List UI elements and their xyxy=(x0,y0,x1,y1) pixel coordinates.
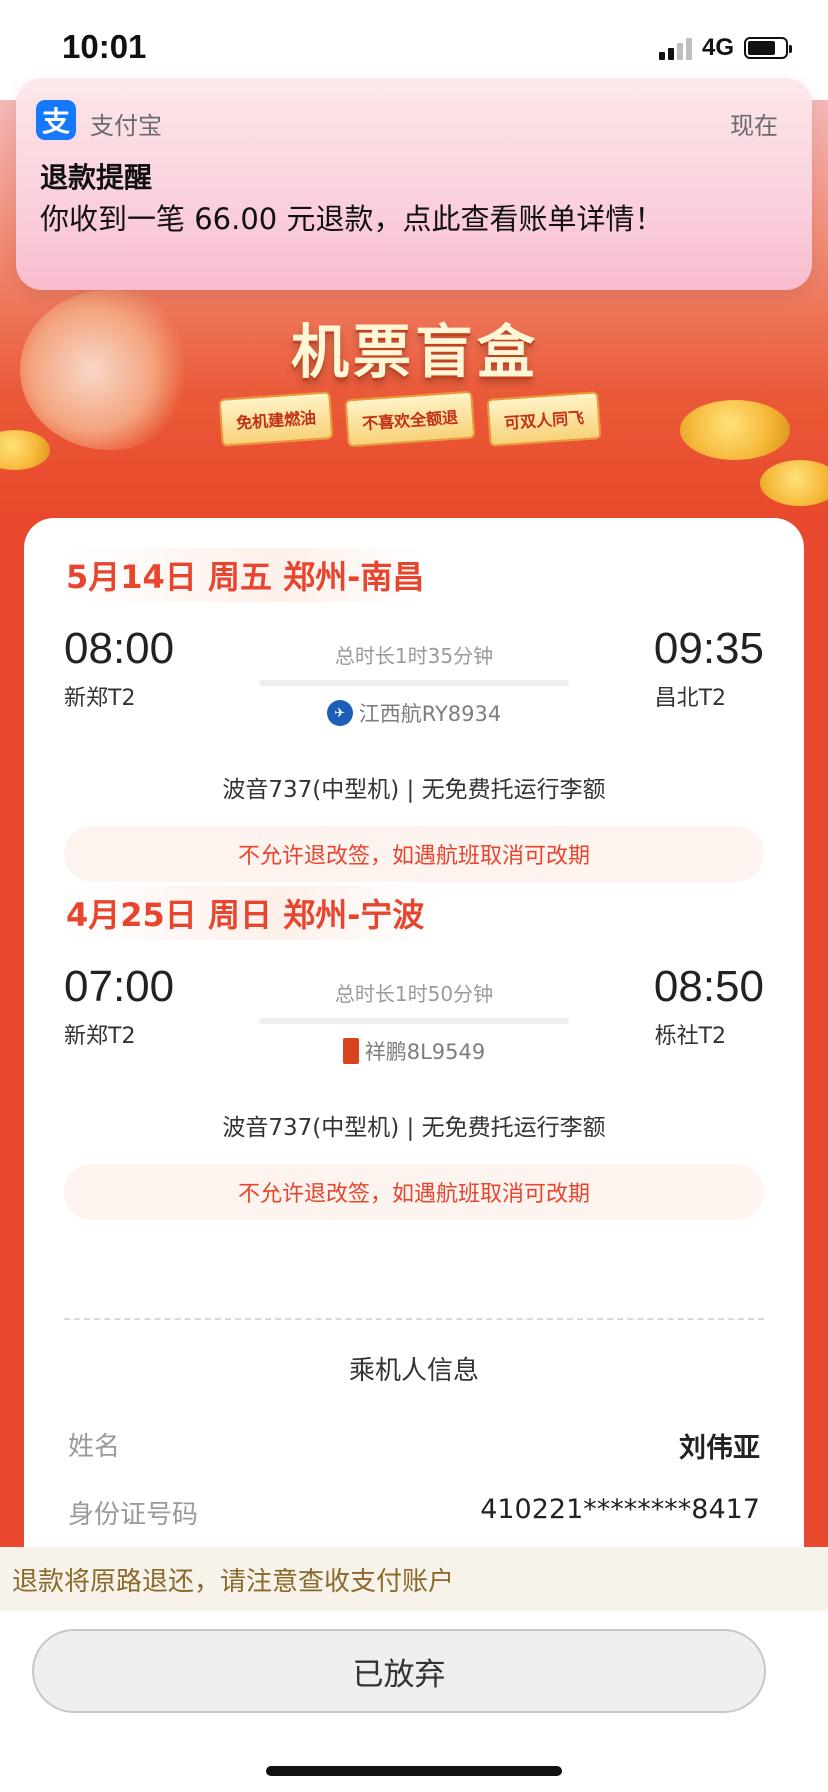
name-value: 刘伟亚 xyxy=(679,1433,760,1464)
flight-date-route: 5月14日 周五 郑州-南昌 xyxy=(64,548,427,602)
passenger-name-row: 姓名 刘伟亚 xyxy=(68,1426,760,1466)
flight-segment: 4月25日 周日 郑州-宁波 07:00 新郑T2 总时长1时50分钟 祥鹏8L… xyxy=(64,886,764,1226)
change-policy: 不允许退改签，如遇航班取消可改期 xyxy=(64,826,764,882)
refund-notification[interactable]: 支 支付宝 现在 退款提醒 你收到一笔 66.00 元退款，点此查看账单详情！ xyxy=(16,78,812,290)
banner-tag: 不喜欢全额退 xyxy=(344,390,476,448)
alipay-icon: 支 xyxy=(36,100,76,140)
airline-info: 祥鹏8L9549 xyxy=(259,1036,569,1066)
plane-illustration xyxy=(20,290,200,450)
passenger-id-row: 身份证号码 410221********8417 xyxy=(68,1494,760,1534)
flight-date-route: 4月25日 周日 郑州-宁波 xyxy=(64,886,427,940)
airline-flight-number: 祥鹏8L9549 xyxy=(364,1040,486,1064)
flight-duration: 总时长1时50分钟 xyxy=(334,982,494,1006)
id-label: 身份证号码 xyxy=(68,1500,199,1530)
status-indicators: 4G xyxy=(658,34,792,62)
notification-title: 退款提醒 xyxy=(40,161,153,194)
arrival-time: 09:35 xyxy=(653,624,764,673)
route-line xyxy=(259,1018,569,1024)
coin-decoration xyxy=(760,460,828,506)
departure-time: 07:00 xyxy=(64,962,175,1011)
change-policy: 不允许退改签，如遇航班取消可改期 xyxy=(64,1164,764,1220)
bottom-action-bar: 已放弃 xyxy=(0,1611,828,1792)
banner-title: 机票盲盒 xyxy=(290,318,539,386)
aircraft-info: 波音737(中型机) | 无免费托运行李额 xyxy=(222,777,606,803)
airline-info: ✈ 江西航RY8934 xyxy=(259,698,569,728)
arrival-airport: 栎社T2 xyxy=(654,1024,726,1049)
route-line xyxy=(259,680,569,686)
departure-time: 08:00 xyxy=(64,624,175,673)
notification-time: 现在 xyxy=(730,112,778,140)
order-card: 5月14日 周五 郑州-南昌 08:00 新郑T2 总时长1时35分钟 ✈ 江西… xyxy=(24,518,804,1548)
coin-decoration xyxy=(680,400,790,460)
status-time: 10:01 xyxy=(62,28,147,65)
refund-note: 退款将原路退还，请注意查收支付账户 xyxy=(0,1547,828,1611)
network-label: 4G xyxy=(701,34,734,61)
home-indicator[interactable] xyxy=(266,1766,562,1776)
coin-decoration xyxy=(0,430,50,470)
airline-logo-icon xyxy=(342,1038,359,1064)
signal-icon xyxy=(658,36,692,60)
battery-icon xyxy=(744,37,792,59)
flight-segment: 5月14日 周五 郑州-南昌 08:00 新郑T2 总时长1时35分钟 ✈ 江西… xyxy=(64,548,764,888)
abandoned-button[interactable]: 已放弃 xyxy=(32,1629,766,1713)
flight-times: 08:00 新郑T2 总时长1时35分钟 ✈ 江西航RY8934 09:35 昌… xyxy=(64,618,764,738)
aircraft-info: 波音737(中型机) | 无免费托运行李额 xyxy=(222,1115,606,1141)
passenger-section-title: 乘机人信息 xyxy=(348,1356,479,1386)
dashed-divider xyxy=(64,1318,764,1320)
flight-times: 07:00 新郑T2 总时长1时50分钟 祥鹏8L9549 08:50 栎社T2 xyxy=(64,956,764,1076)
airline-logo-icon: ✈ xyxy=(326,700,353,726)
name-label: 姓名 xyxy=(68,1432,121,1462)
banner-tag: 可双人同飞 xyxy=(486,391,602,447)
notification-app-name: 支付宝 xyxy=(90,112,162,140)
flight-duration: 总时长1时35分钟 xyxy=(334,644,494,668)
airline-flight-number: 江西航RY8934 xyxy=(358,702,502,726)
id-value: 410221********8417 xyxy=(480,1494,760,1525)
arrival-airport: 昌北T2 xyxy=(654,686,726,711)
departure-airport: 新郑T2 xyxy=(64,686,136,711)
notification-body: 你收到一笔 66.00 元退款，点此查看账单详情！ xyxy=(40,202,664,236)
departure-airport: 新郑T2 xyxy=(64,1024,136,1049)
banner-tag: 免机建燃油 xyxy=(218,391,334,447)
banner-tags: 免机建燃油 不喜欢全额退 可双人同飞 xyxy=(218,390,602,448)
arrival-time: 08:50 xyxy=(653,962,764,1011)
